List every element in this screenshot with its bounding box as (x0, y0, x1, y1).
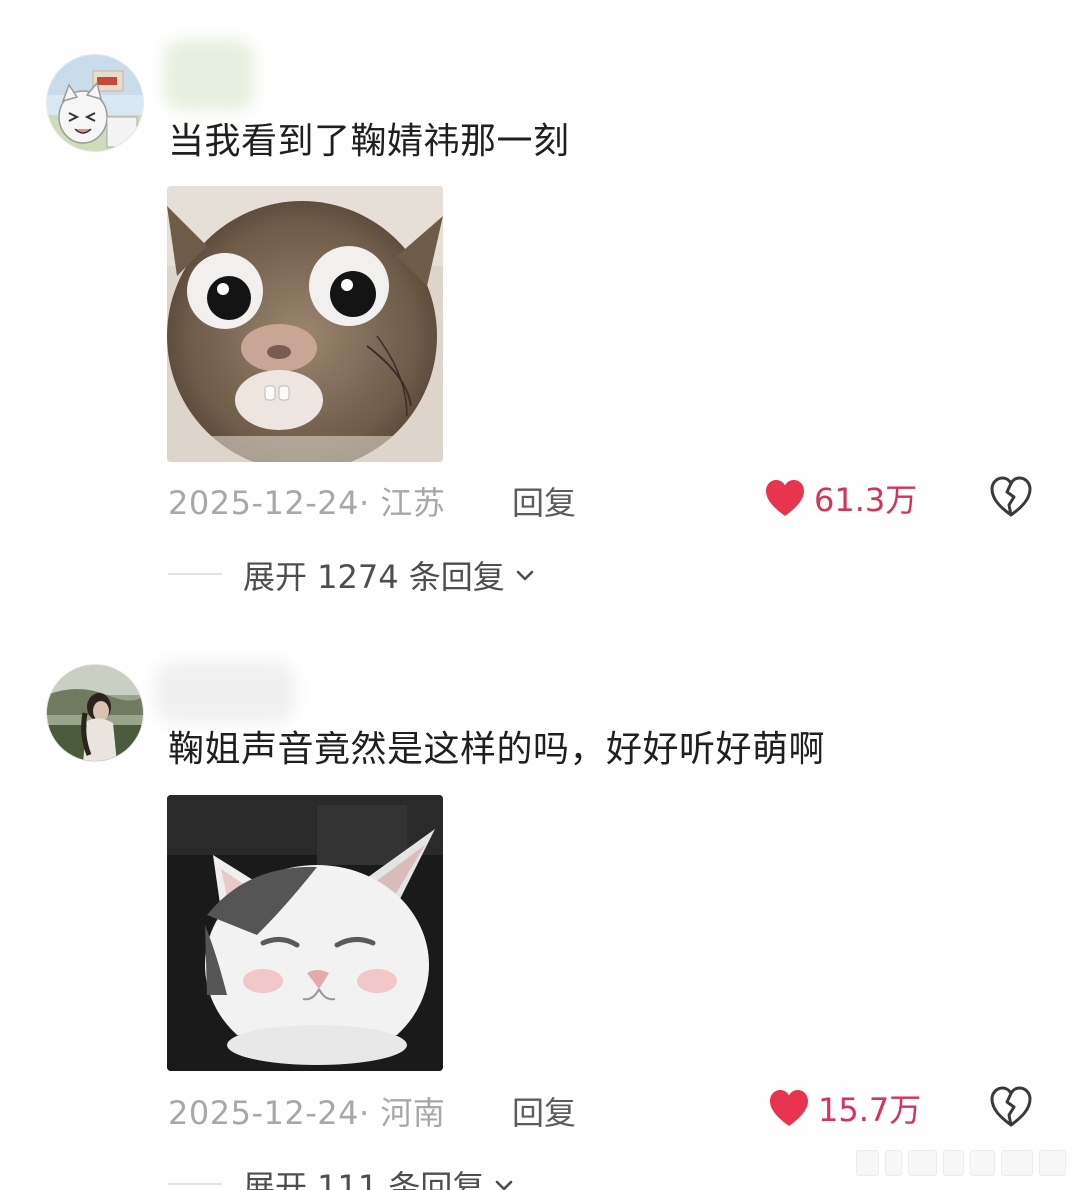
heart-icon (770, 1090, 808, 1126)
expand-replies-button[interactable]: 展开 1274 条回复 (243, 552, 535, 598)
dislike-button[interactable] (988, 1084, 1034, 1130)
expand-replies-label: 展开 111 条回复 (243, 1168, 485, 1190)
comment-item: 鞠姐声音竟然是这样的吗，好好听好萌啊 2025-12-24· 河南 回复 15.… (0, 610, 1080, 1190)
comment-item: 当我看到了鞠婧祎那一刻 2025-12-24· 江苏 回复 61.3万 展开 1… (0, 0, 1080, 610)
username-blurred[interactable] (164, 40, 254, 110)
comment-meta: 2025-12-24· 江苏 回复 61.3万 (0, 472, 1080, 522)
broken-heart-icon (990, 476, 1032, 517)
watermark (856, 1150, 1066, 1176)
reply-button[interactable]: 回复 (512, 478, 576, 524)
comment-image[interactable] (167, 186, 443, 462)
user-avatar[interactable] (46, 664, 144, 762)
username-blurred[interactable] (155, 662, 295, 722)
like-button[interactable]: 15.7万 (768, 1086, 921, 1130)
comment-meta: 2025-12-24· 河南 回复 15.7万 (0, 1082, 1080, 1132)
cartoon-cat-avatar-icon (47, 55, 143, 151)
chevron-down-icon (496, 1180, 513, 1190)
chevron-down-icon (516, 570, 534, 581)
like-count: 15.7万 (818, 1091, 922, 1129)
cat-meme-image-icon (167, 186, 443, 462)
comment-image[interactable] (167, 795, 443, 1071)
comment-text: 鞠姐声音竟然是这样的吗，好好听好萌啊 (168, 729, 826, 770)
person-avatar-icon (47, 665, 143, 761)
white-cat-image-icon (167, 795, 443, 1071)
expand-replies-row: 展开 1274 条回复 (0, 548, 1080, 598)
expand-replies-label: 展开 1274 条回复 (243, 558, 505, 596)
date-location: 2025-12-24· 江苏 (168, 484, 446, 522)
date-location: 2025-12-24· 河南 (168, 1094, 446, 1132)
reply-button[interactable]: 回复 (512, 1088, 576, 1134)
broken-heart-icon (990, 1086, 1032, 1127)
divider-line (168, 573, 222, 575)
dislike-button[interactable] (988, 474, 1034, 520)
like-count: 61.3万 (814, 481, 918, 519)
comment-text: 当我看到了鞠婧祎那一刻 (168, 121, 570, 162)
like-button[interactable]: 61.3万 (764, 476, 917, 520)
user-avatar[interactable] (46, 54, 144, 152)
divider-line (168, 1183, 222, 1185)
heart-icon (766, 480, 804, 516)
expand-replies-button[interactable]: 展开 111 条回复 (243, 1162, 514, 1190)
